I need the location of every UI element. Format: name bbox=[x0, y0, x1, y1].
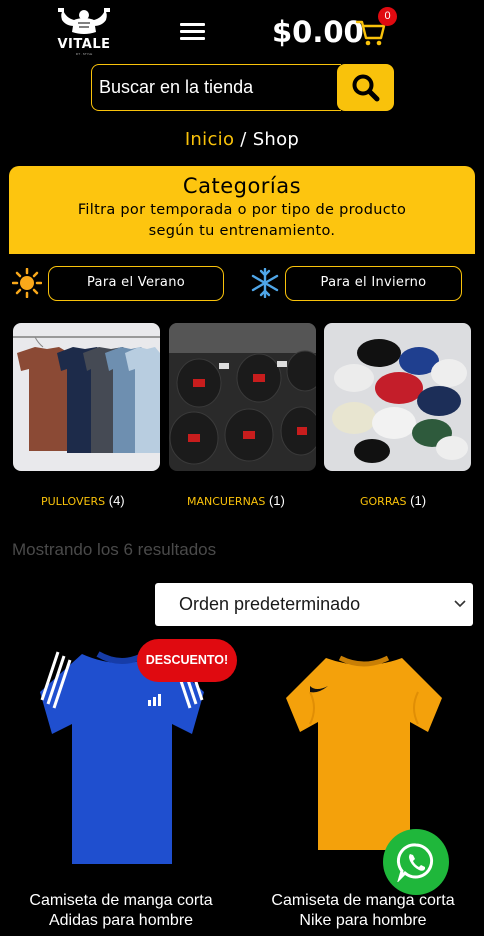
product-name-adidas[interactable]: Camiseta de manga corta Adidas para homb… bbox=[1, 891, 241, 931]
winter-filter-button[interactable]: Para el Invierno bbox=[285, 266, 462, 301]
brand-logo[interactable]: VITALE FIT · STYLE bbox=[52, 6, 116, 56]
brand-name: VITALE bbox=[57, 37, 111, 52]
menu-icon[interactable] bbox=[180, 23, 205, 43]
categories-banner: Categorías Filtra por temporada o por ti… bbox=[9, 166, 475, 254]
category-pullovers-count: (4) bbox=[108, 493, 125, 508]
search-input[interactable] bbox=[91, 64, 341, 111]
mancuernas-image bbox=[169, 323, 316, 471]
search-icon bbox=[352, 74, 380, 102]
site-header: VITALE FIT · STYLE $0.00 0 bbox=[0, 0, 484, 60]
product-name-nike-line2: Nike para hombre bbox=[299, 912, 427, 929]
chevron-down-icon bbox=[454, 600, 466, 608]
product-name-adidas-line2: Adidas para hombre bbox=[48, 912, 194, 929]
cart-total[interactable]: $0.00 bbox=[272, 15, 364, 49]
whatsapp-icon bbox=[396, 843, 434, 882]
category-label-pullovers: PULLOVERS (4) bbox=[41, 493, 125, 508]
category-label-mancuernas: MANCUERNAS (1) bbox=[187, 493, 285, 508]
categories-subtitle-line1: Filtra por temporada o por tipo de produ… bbox=[77, 202, 407, 218]
product-name-adidas-line1: Camiseta de manga corta bbox=[29, 892, 213, 909]
bodybuilder-logo-icon bbox=[58, 8, 110, 34]
gorras-image bbox=[324, 323, 471, 471]
category-card-gorras[interactable] bbox=[324, 323, 471, 471]
whatsapp-button[interactable] bbox=[383, 829, 449, 895]
categories-title: Categorías bbox=[182, 174, 302, 198]
category-label-gorras: GORRAS (1) bbox=[360, 493, 426, 508]
sort-selected-value: Orden predeterminado bbox=[179, 594, 361, 614]
product-name-nike[interactable]: Camiseta de manga corta Nike para hombre bbox=[243, 891, 483, 931]
pullovers-image bbox=[13, 323, 160, 471]
search-bar bbox=[91, 64, 394, 111]
sort-select[interactable]: Orden predeterminado bbox=[155, 583, 473, 626]
results-count: Mostrando los 6 resultados bbox=[12, 540, 217, 559]
breadcrumb-current: Shop bbox=[252, 129, 300, 150]
summer-filter-button[interactable]: Para el Verano bbox=[48, 266, 224, 301]
brand-tagline: FIT · STYLE bbox=[75, 52, 93, 56]
cart-count-badge: 0 bbox=[378, 7, 397, 26]
discount-badge: DESCUENTO! bbox=[137, 639, 237, 682]
breadcrumb-home-link[interactable]: Inicio bbox=[185, 129, 234, 150]
search-button[interactable] bbox=[337, 64, 394, 111]
snowflake-icon bbox=[251, 268, 279, 298]
category-card-pullovers[interactable] bbox=[13, 323, 160, 471]
category-mancuernas-count: (1) bbox=[268, 493, 285, 508]
category-gorras-count: (1) bbox=[410, 493, 427, 508]
category-pullovers-link[interactable]: PULLOVERS bbox=[41, 495, 105, 508]
category-card-mancuernas[interactable] bbox=[169, 323, 316, 471]
product-name-nike-line1: Camiseta de manga corta bbox=[271, 892, 455, 909]
breadcrumb: Inicio / Shop bbox=[0, 129, 484, 150]
category-mancuernas-link[interactable]: MANCUERNAS bbox=[187, 495, 265, 508]
breadcrumb-separator: / bbox=[234, 129, 253, 150]
categories-subtitle-line2: según tu entrenamiento. bbox=[148, 223, 336, 239]
sun-icon bbox=[12, 268, 42, 298]
category-gorras-link[interactable]: GORRAS bbox=[360, 495, 407, 508]
